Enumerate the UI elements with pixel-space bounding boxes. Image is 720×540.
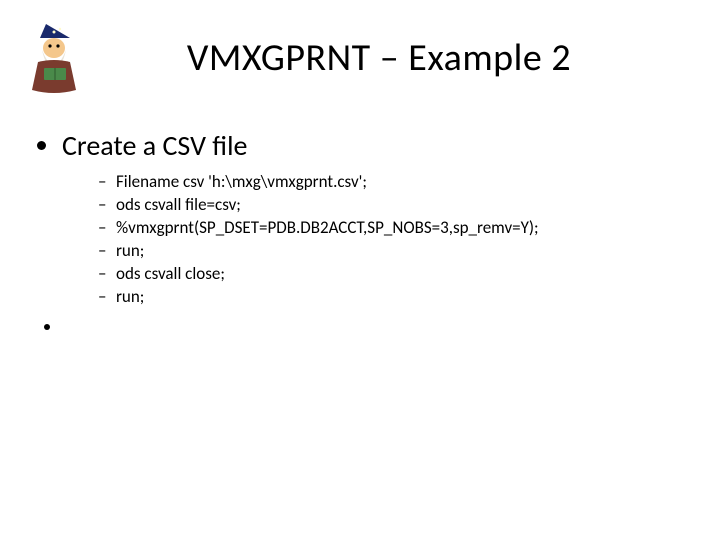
bullet-main-text: Create a CSV file <box>62 128 248 163</box>
code-line-text: ods csvall close; <box>116 263 225 284</box>
code-line: ods csvall file=csv; <box>98 194 686 217</box>
code-line: run; <box>98 286 686 309</box>
slide-body: Create a CSV file Filename csv 'h:\mxg\v… <box>34 128 686 343</box>
code-line: run; <box>98 240 686 263</box>
title-row: VMXGPRNT – Example 2 <box>0 18 720 98</box>
slide: VMXGPRNT – Example 2 Create a CSV file F… <box>0 0 720 540</box>
code-line-text: %vmxgprnt(SP_DSET=PDB.DB2ACCT,SP_NOBS=3,… <box>116 217 539 238</box>
code-line-text: run; <box>116 286 144 307</box>
code-line-text: run; <box>116 240 144 261</box>
bullet-main: Create a CSV file Filename csv 'h:\mxg\v… <box>62 128 686 309</box>
code-line: ods csvall close; <box>98 263 686 286</box>
bullet-list-level1: Create a CSV file Filename csv 'h:\mxg\v… <box>34 128 686 337</box>
code-line-text: ods csvall file=csv; <box>116 194 241 215</box>
wizard-clipart-icon <box>18 18 98 98</box>
bullet-list-level2: Filename csv 'h:\mxg\vmxgprnt.csv'; ods … <box>62 171 686 309</box>
slide-title: VMXGPRNT – Example 2 <box>98 35 720 81</box>
code-line: Filename csv 'h:\mxg\vmxgprnt.csv'; <box>98 171 686 194</box>
code-line-text: Filename csv 'h:\mxg\vmxgprnt.csv'; <box>116 171 367 192</box>
bullet-empty <box>62 315 686 337</box>
code-line: %vmxgprnt(SP_DSET=PDB.DB2ACCT,SP_NOBS=3,… <box>98 217 686 240</box>
